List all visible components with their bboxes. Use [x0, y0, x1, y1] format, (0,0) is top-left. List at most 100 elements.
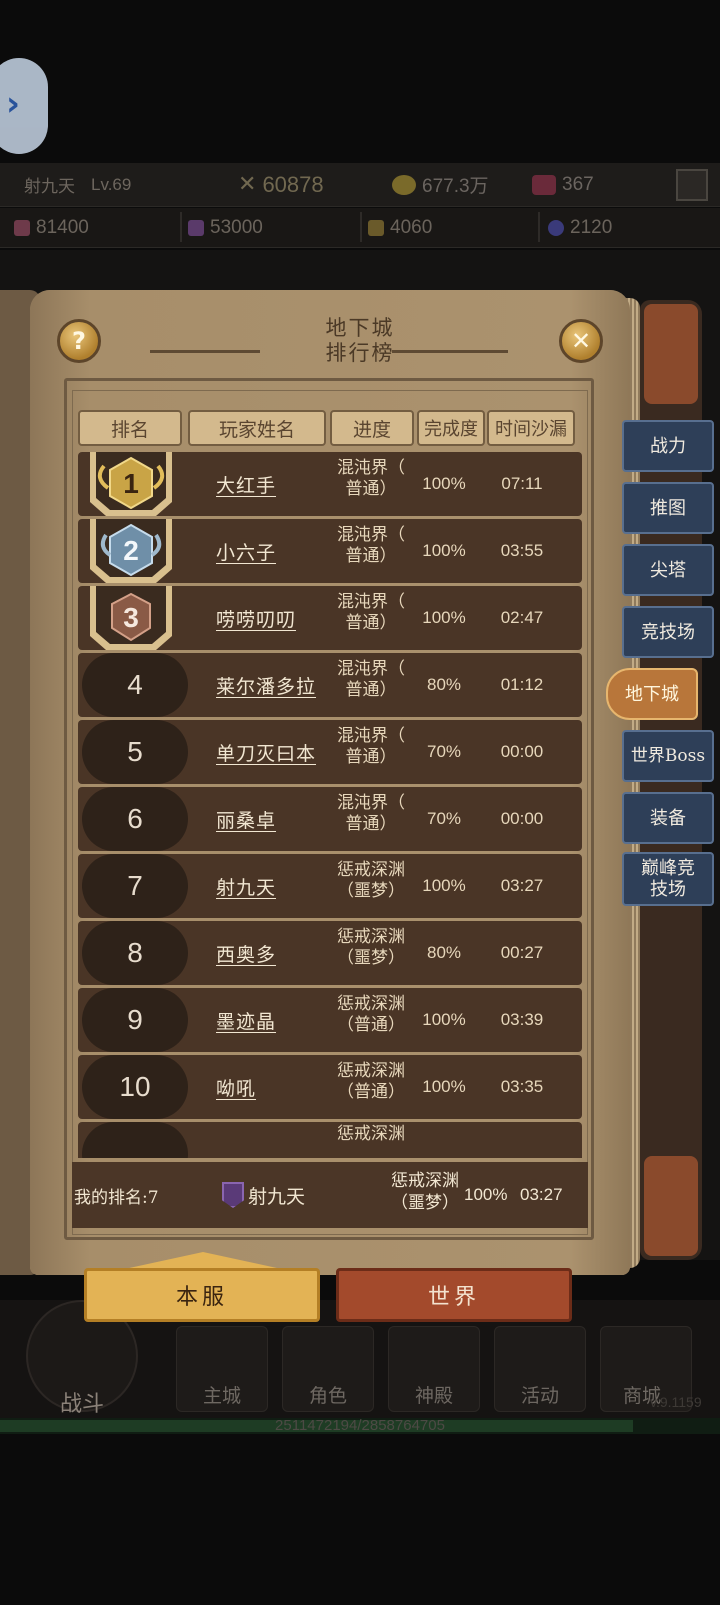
player-name-link[interactable]: 呦吼 [216, 1055, 256, 1119]
rank-number: 9 [82, 988, 188, 1052]
time-cell: 07:11 [501, 474, 543, 493]
table-row[interactable]: 4 莱尔潘多拉 混沌界（ 普通） 80% 01:12 [78, 653, 582, 717]
my-completion: 100% [464, 1185, 508, 1204]
gem-value: 367 [562, 173, 594, 195]
divider [360, 212, 362, 242]
tab-dungeon[interactable]: 地下城 [606, 668, 698, 720]
tab-arena[interactable]: 竞技场 [622, 606, 714, 658]
resource-3-value: 4060 [390, 217, 433, 238]
player-info: 射九天 Lv.69 [24, 163, 131, 206]
tab-tower[interactable]: 尖塔 [622, 544, 714, 596]
table-row[interactable]: 8 西奥多 惩戒深渊 （噩梦） 80% 00:27 [78, 921, 582, 985]
cover-corner [644, 1156, 698, 1256]
time-cell: 02:47 [500, 608, 544, 627]
tab-stage-push[interactable]: 推图 [622, 482, 714, 534]
nav-activity-label: 活动 [520, 1385, 559, 1407]
table-row[interactable]: 1 大红手 混沌界（ 普通） 100% 07:11 [78, 452, 582, 516]
question-icon: ? [72, 327, 86, 355]
time-cell: 01:12 [500, 675, 544, 694]
ranking-list[interactable]: 1 大红手 混沌界（ 普通） 100% 07:11 2 小六子 混沌界（ 普通） 1… [78, 452, 582, 1158]
completion-cell: 80% [426, 943, 462, 962]
nav-temple-label: 神殿 [414, 1385, 453, 1407]
my-rank-label: 我的排名:7 [74, 1187, 159, 1208]
emblem-icon [368, 220, 384, 236]
time-cell: 00:00 [500, 809, 544, 828]
version-label: v.9.1159 [650, 1394, 702, 1410]
gold-coin-icon [392, 174, 416, 195]
player-name-link[interactable]: 单刀灭曰本 [216, 720, 316, 784]
tab-world-boss[interactable]: 世界Boss [622, 730, 714, 782]
time-cell: 03:39 [500, 1010, 544, 1029]
completion-cell: 100% [422, 876, 466, 895]
add-currency-button[interactable] [676, 169, 708, 201]
my-player-name: 射九天 [248, 1185, 306, 1208]
scroll-icon [188, 220, 204, 236]
world-button[interactable]: 世界 [336, 1268, 572, 1322]
feather-icon [14, 220, 30, 236]
table-row[interactable]: 3 唠唠叨叨 混沌界（ 普通） 100% 02:47 [78, 586, 582, 650]
player-name-link[interactable]: 唠唠叨叨 [216, 586, 296, 650]
tab-equipment[interactable]: 装备 [622, 792, 714, 844]
rank-number: 2 [123, 535, 139, 566]
player-name-link[interactable]: 大红手 [216, 452, 276, 516]
nav-main-city-label: 主城 [202, 1385, 241, 1407]
rank-number: 8 [82, 921, 188, 985]
gem-counter[interactable]: 367 [532, 163, 594, 206]
player-name-link[interactable]: 小六子 [216, 519, 276, 583]
tab-peak-arena[interactable]: 巅峰竞技场 [622, 852, 714, 906]
player-name-link[interactable]: 墨迹晶 [216, 988, 276, 1052]
close-icon: ✕ [570, 327, 592, 355]
player-level: Lv.69 [91, 174, 132, 194]
gold-value: 677.3万 [422, 176, 489, 197]
guild-shield-icon [222, 1182, 244, 1208]
completion-cell: 100% [422, 541, 466, 560]
title-ornament-left [150, 350, 260, 353]
top-status-bar: 射九天 Lv.69 ✕ 60878 677.3万 367 [0, 163, 720, 207]
gem-icon [532, 174, 556, 195]
table-row[interactable]: 9 墨迹晶 惩戒深渊 （普通） 100% 03:39 [78, 988, 582, 1052]
completion-cell: 70% [426, 742, 462, 761]
table-row[interactable]: 5 单刀灭曰本 混沌界（ 普通） 70% 00:00 [78, 720, 582, 784]
crossed-swords-icon: ✕ [238, 172, 257, 197]
rank-number: 1 [123, 468, 139, 499]
resource-2: 53000 [188, 208, 263, 248]
time-cell: 03:55 [500, 541, 544, 560]
time-cell: 00:00 [500, 742, 544, 761]
my-time: 03:27 [520, 1185, 563, 1204]
close-button[interactable]: ✕ [559, 319, 603, 363]
header-completion: 完成度 [417, 410, 485, 446]
player-name-link[interactable]: 西奥多 [216, 921, 276, 985]
power-value: 60878 [262, 171, 324, 197]
rank-number: 4 [82, 653, 188, 717]
table-row-partial[interactable]: 惩戒深渊 [78, 1122, 582, 1158]
rank-number: 7 [82, 854, 188, 918]
help-button[interactable]: ? [57, 319, 101, 363]
title-ornament-right [392, 350, 508, 353]
tab-combat-power[interactable]: 战力 [622, 420, 714, 472]
player-name-link[interactable]: 丽桑卓 [216, 787, 276, 851]
completion-cell: 100% [422, 1077, 466, 1096]
rank-number: 6 [82, 787, 188, 851]
resource-1-value: 81400 [36, 217, 89, 238]
header-player-name: 玩家姓名 [188, 410, 326, 446]
table-row[interactable]: 6 丽桑卓 混沌界（ 普通） 70% 00:00 [78, 787, 582, 851]
player-name-link[interactable]: 射九天 [216, 854, 276, 918]
divider [538, 212, 540, 242]
rank-number: 10 [82, 1055, 188, 1119]
header-progress: 进度 [330, 410, 414, 446]
player-name-link[interactable]: 莱尔潘多拉 [216, 653, 316, 717]
table-row[interactable]: 2 小六子 混沌界（ 普通） 100% 03:55 [78, 519, 582, 583]
expand-arrow-button[interactable]: › [0, 58, 48, 154]
resource-4: 2120 [548, 208, 612, 248]
orb-icon [548, 220, 564, 236]
time-cell: 03:27 [500, 876, 544, 895]
table-row[interactable]: 10 呦吼 惩戒深渊 （普通） 100% 03:35 [78, 1055, 582, 1119]
nav-battle-label: 战斗 [59, 1392, 104, 1417]
resource-2-value: 53000 [210, 217, 263, 238]
table-row[interactable]: 7 射九天 惩戒深渊 （噩梦） 100% 03:27 [78, 854, 582, 918]
rank-number: 5 [82, 720, 188, 784]
completion-cell: 100% [422, 608, 466, 627]
gold-counter[interactable]: 677.3万 [392, 163, 489, 206]
my-rank-row: 我的排名:7 射九天 惩戒深渊 （噩梦） 100% 03:27 [72, 1162, 588, 1228]
local-server-button[interactable]: 本服 [84, 1268, 320, 1322]
